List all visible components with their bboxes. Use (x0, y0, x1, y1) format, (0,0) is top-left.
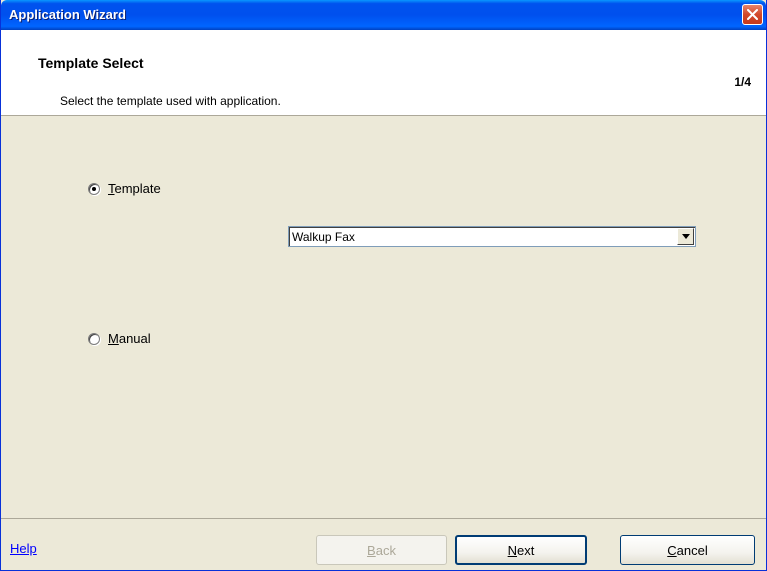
close-button[interactable] (742, 4, 763, 25)
dropdown-arrow-button[interactable] (677, 228, 694, 245)
template-select-value: Walkup Fax (292, 230, 355, 244)
title-bar[interactable]: Application Wizard (1, 0, 766, 30)
manual-radio-option[interactable]: Manual (88, 331, 151, 346)
application-wizard-window: Application Wizard Template Select 1/4 S… (0, 0, 767, 571)
step-indicator: 1/4 (734, 75, 751, 89)
back-button[interactable]: Back (316, 535, 447, 565)
manual-radio-label[interactable]: Manual (108, 331, 151, 346)
help-link[interactable]: Help (10, 541, 37, 556)
cancel-button[interactable]: Cancel (620, 535, 755, 565)
chevron-down-icon (681, 234, 690, 239)
next-button[interactable]: Next (455, 535, 587, 565)
manual-radio-button[interactable] (88, 332, 100, 345)
header-panel: Template Select 1/4 Select the template … (1, 30, 766, 116)
page-description: Select the template used with applicatio… (60, 94, 281, 108)
template-radio-option[interactable]: Template (88, 181, 161, 196)
footer-bar: Help Back Next Cancel (1, 518, 766, 570)
window-title: Application Wizard (9, 7, 126, 22)
template-radio-label[interactable]: Template (108, 181, 161, 196)
page-title: Template Select (38, 55, 144, 71)
close-icon (747, 9, 758, 20)
template-select-dropdown[interactable]: Walkup Fax (288, 226, 696, 247)
template-radio-button[interactable] (88, 182, 100, 195)
